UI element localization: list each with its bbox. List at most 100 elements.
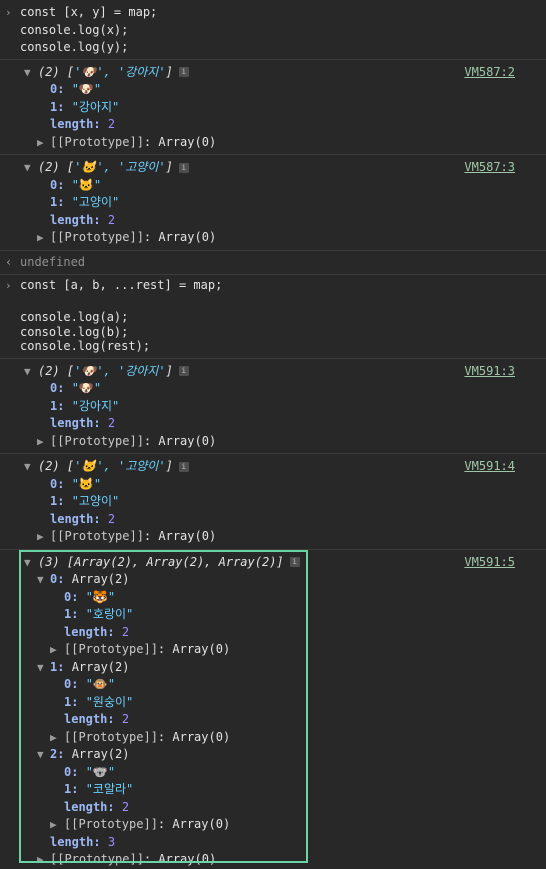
value: 2 [107,117,116,131]
source-link[interactable]: VM591:3 [464,363,515,381]
expand-arrow-icon[interactable]: ▶ [37,134,44,152]
expand-arrow-icon[interactable]: ▶ [37,528,44,546]
expand-arrow-icon[interactable]: ▶ [37,433,44,451]
undefined-text: undefined [20,254,86,269]
info-icon[interactable]: i [289,557,300,567]
console-return-value: ‹ undefined [0,249,546,272]
value: 2 [121,624,130,639]
info-icon[interactable]: i [178,67,189,77]
prompt-chevron-icon: › [5,279,12,292]
expand-arrow-icon[interactable]: ▶ [37,851,44,869]
code-line: const [x, y] = map; [20,5,158,19]
array-summary[interactable]: ▼ (2) ['🐶', '강아지'] i VM591:3 [0,363,546,381]
value: "🐱" [71,177,102,192]
array-item[interactable]: ▼ 2: Array(2) [0,746,546,764]
prototype-label: [[Prototype]] [50,529,144,543]
devtools-console: › const [x, y] = map; console.log(x); con… [0,0,546,866]
value: "🐨" [85,764,116,779]
key: length [50,212,94,227]
value: Array(0) [172,729,231,744]
code-line: const [a, b, ...rest] = map; [20,278,223,292]
return-arrow-icon: ‹ [5,254,13,269]
source-link[interactable]: VM591:5 [464,554,515,572]
expand-arrow-icon[interactable]: ▼ [37,659,44,677]
value: "🐱" [71,476,102,491]
expand-arrow-icon[interactable]: ▶ [50,816,57,834]
value: Array(2) [71,747,130,761]
code-line: console.log(b); [20,324,129,339]
prototype-row[interactable]: ▶ [[Prototype]]: Array(0) [0,433,546,451]
info-icon[interactable]: i [178,366,189,376]
value: Array(0) [158,529,217,543]
console-output-1: ▼ (2) ['🐶', '강아지'] i VM587:2 0: "🐶" 1: "강아지… [0,58,546,152]
expand-arrow-icon[interactable]: ▼ [24,64,31,82]
array-count: (2) [38,459,60,473]
prototype-row[interactable]: ▶ [[Prototype]]: Array(0) [0,851,546,869]
expand-arrow-icon[interactable]: ▼ [24,363,31,381]
array-preview: '🐱', '고양이' [74,459,166,473]
value: 2 [107,511,116,526]
code-line: console.log(a); [20,310,129,324]
prototype-row[interactable]: ▶ [[Prototype]]: Array(0) [0,729,546,747]
prompt-chevron-icon: › [5,6,12,19]
key: length [50,117,94,131]
key: length [50,834,94,849]
expand-arrow-icon[interactable]: ▶ [50,729,57,747]
prototype-row[interactable]: ▶ [[Prototype]]: Array(0) [0,229,546,247]
key: length [64,712,108,726]
prototype-label: [[Prototype]] [64,729,158,744]
value: 2 [107,416,116,430]
value: Array(2) [71,659,130,674]
array-summary[interactable]: ▼ (2) ['🐶', '강아지'] i VM587:2 [0,64,546,82]
prototype-label: [[Prototype]] [64,817,158,831]
prototype-label: [[Prototype]] [50,134,144,149]
value: "강아지" [71,99,120,114]
value: "🐯" [85,589,116,604]
expand-arrow-icon[interactable]: ▶ [37,229,44,247]
array-item[interactable]: ▼ 1: Array(2) [0,659,546,677]
array-summary[interactable]: ▼ (2) ['🐱', '고양이'] i VM591:4 [0,458,546,476]
value: "고양이" [71,195,120,209]
key: length [50,416,94,430]
expand-arrow-icon[interactable]: ▼ [24,554,31,572]
console-output-5: ▼ (3) [Array(2), Array(2), Array(2)] i VM59… [0,548,546,869]
prototype-row[interactable]: ▶ [[Prototype]]: Array(0) [0,528,546,546]
expand-arrow-icon[interactable]: ▼ [37,746,44,764]
expand-arrow-icon[interactable]: ▼ [24,159,31,177]
source-link[interactable]: VM587:2 [464,64,515,82]
array-summary[interactable]: ▼ (2) ['🐱', '고양이'] i VM587:3 [0,159,546,177]
expand-arrow-icon[interactable]: ▶ [50,641,57,659]
value: 3 [107,834,116,849]
value: Array(0) [158,230,217,244]
expand-arrow-icon[interactable]: ▼ [24,458,31,476]
prototype-row[interactable]: ▶ [[Prototype]]: Array(0) [0,816,546,834]
array-preview: (3) [Array(2), Array(2), Array(2)] [38,554,284,569]
value: 2 [121,799,130,814]
array-item[interactable]: ▼ 0: Array(2) [0,571,546,589]
value: Array(0) [158,134,217,149]
key: length [64,799,108,814]
value: Array(0) [158,433,217,448]
value: 2 [107,212,116,227]
prototype-label: [[Prototype]] [50,230,144,244]
array-preview: '🐱', '고양이' [74,160,166,174]
info-icon[interactable]: i [178,461,189,472]
prototype-row[interactable]: ▶ [[Prototype]]: Array(0) [0,641,546,659]
prototype-label: [[Prototype]] [64,642,158,656]
code-line: console.log(rest); [20,339,151,353]
value: Array(0) [172,642,231,656]
array-preview: '🐶', '강아지' [74,363,166,378]
source-link[interactable]: VM587:3 [464,159,515,177]
array-count: (2) [38,64,60,79]
expand-arrow-icon[interactable]: ▼ [37,571,44,589]
code-line: console.log(y); [20,40,129,54]
key: length [64,624,108,639]
prototype-row[interactable]: ▶ [[Prototype]]: Array(0) [0,134,546,152]
value: "🐵" [85,677,116,691]
array-count: (2) [38,363,60,378]
source-link[interactable]: VM591:4 [464,458,515,476]
array-summary[interactable]: ▼ (3) [Array(2), Array(2), Array(2)] i VM59… [0,554,546,572]
value: "원숭이" [85,694,134,709]
info-icon[interactable]: i [178,162,189,173]
value: "🐶" [71,381,102,395]
